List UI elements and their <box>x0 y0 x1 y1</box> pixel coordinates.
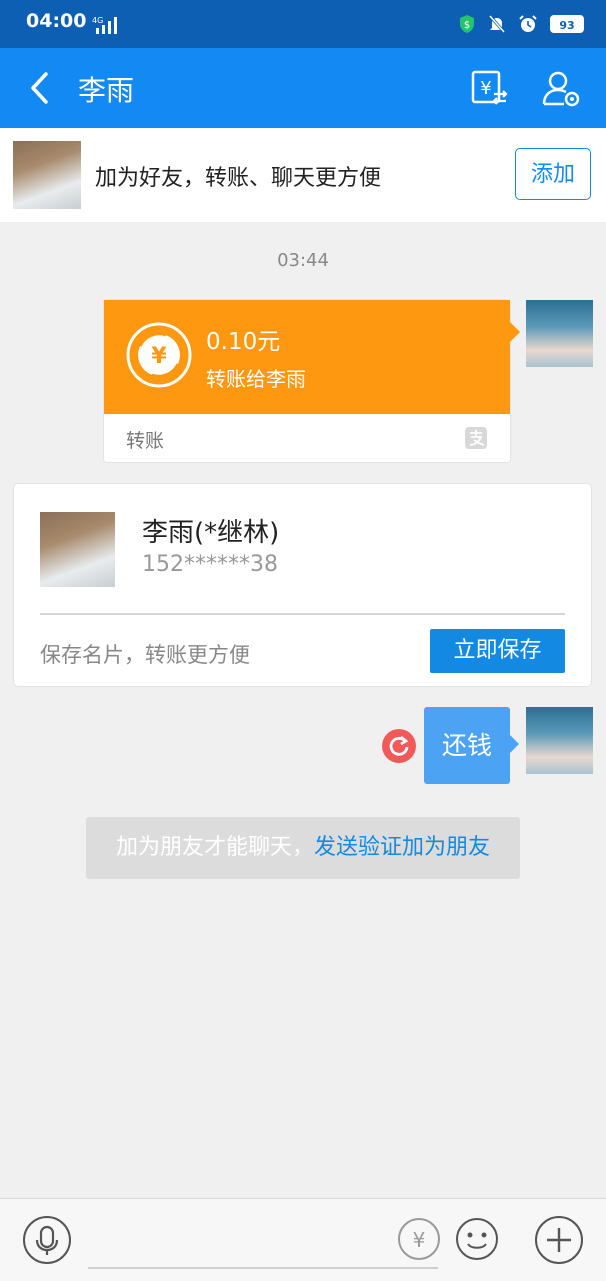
page-title: 李雨 <box>78 74 135 107</box>
contact-card-avatar <box>40 512 115 587</box>
network-label: 4G <box>92 16 103 25</box>
plus-icon[interactable] <box>534 1215 584 1265</box>
mute-icon <box>488 15 506 33</box>
send-verification-link[interactable]: 发送验证加为朋友 <box>314 835 490 860</box>
alarm-icon <box>519 15 537 32</box>
add-friend-button[interactable]: 添加 <box>515 148 591 200</box>
status-icons: $ 93 <box>458 14 584 34</box>
add-friend-banner: 加为好友，转账、聊天更方便 添加 <box>0 128 606 222</box>
divider <box>40 613 565 615</box>
input-bar: ¥ <box>0 1198 606 1281</box>
my-avatar[interactable] <box>526 300 593 367</box>
svg-text:¥: ¥ <box>151 344 167 369</box>
save-contact-hint: 保存名片，转账更方便 <box>40 643 250 667</box>
bubble-tail <box>510 322 520 342</box>
battery-icon: 93 <box>550 15 584 33</box>
transfer-description: 转账给李雨 <box>206 367 306 391</box>
network-signal-icon: 4G <box>86 14 122 40</box>
contact-card[interactable]: 李雨(*继林) 152******38 保存名片，转账更方便 立即保存 <box>14 484 591 686</box>
back-arrow-icon[interactable] <box>22 66 62 110</box>
notice-text: 加为朋友才能聊天， <box>115 835 314 860</box>
add-friend-hint: 加为好友，转账、聊天更方便 <box>95 166 382 191</box>
contact-card-name: 李雨(*继林) <box>142 518 280 548</box>
transfer-coin-icon: ¥ <box>126 322 192 388</box>
my-avatar[interactable] <box>526 707 593 774</box>
emoji-icon[interactable] <box>455 1217 499 1261</box>
transfer-footer-label: 转账 <box>126 430 165 452</box>
svg-text:$: $ <box>464 20 470 31</box>
message-input[interactable] <box>88 1267 438 1269</box>
microphone-icon[interactable] <box>22 1215 72 1265</box>
contact-card-phone: 152******38 <box>142 552 278 577</box>
contact-avatar[interactable] <box>13 141 81 209</box>
status-time: 04:00 <box>26 10 87 32</box>
save-contact-button[interactable]: 立即保存 <box>430 629 565 673</box>
system-notice: 加为朋友才能聊天，发送验证加为朋友 <box>86 817 520 879</box>
transfer-yuan-icon[interactable]: ¥ <box>468 66 510 110</box>
text-message-bubble[interactable]: 还钱 <box>424 707 519 784</box>
transfer-message-card[interactable]: ¥ 0.10元 转账给李雨 转账 <box>104 300 520 462</box>
yuan-transfer-icon[interactable]: ¥ <box>397 1217 441 1261</box>
resend-icon[interactable] <box>382 729 416 763</box>
title-bar: 李雨 ¥ <box>0 48 606 128</box>
alipay-icon <box>464 426 488 450</box>
svg-text:¥: ¥ <box>480 78 491 99</box>
bubble-tail <box>510 735 519 753</box>
message-timestamp: 03:44 <box>277 250 329 271</box>
text-message: 还钱 <box>441 731 492 760</box>
status-bar: 04:00 4G $ 93 <box>0 0 606 48</box>
transfer-amount: 0.10元 <box>206 329 281 355</box>
contact-settings-icon[interactable] <box>540 66 582 110</box>
svg-text:¥: ¥ <box>413 1228 426 1252</box>
shield-icon: $ <box>460 15 474 33</box>
